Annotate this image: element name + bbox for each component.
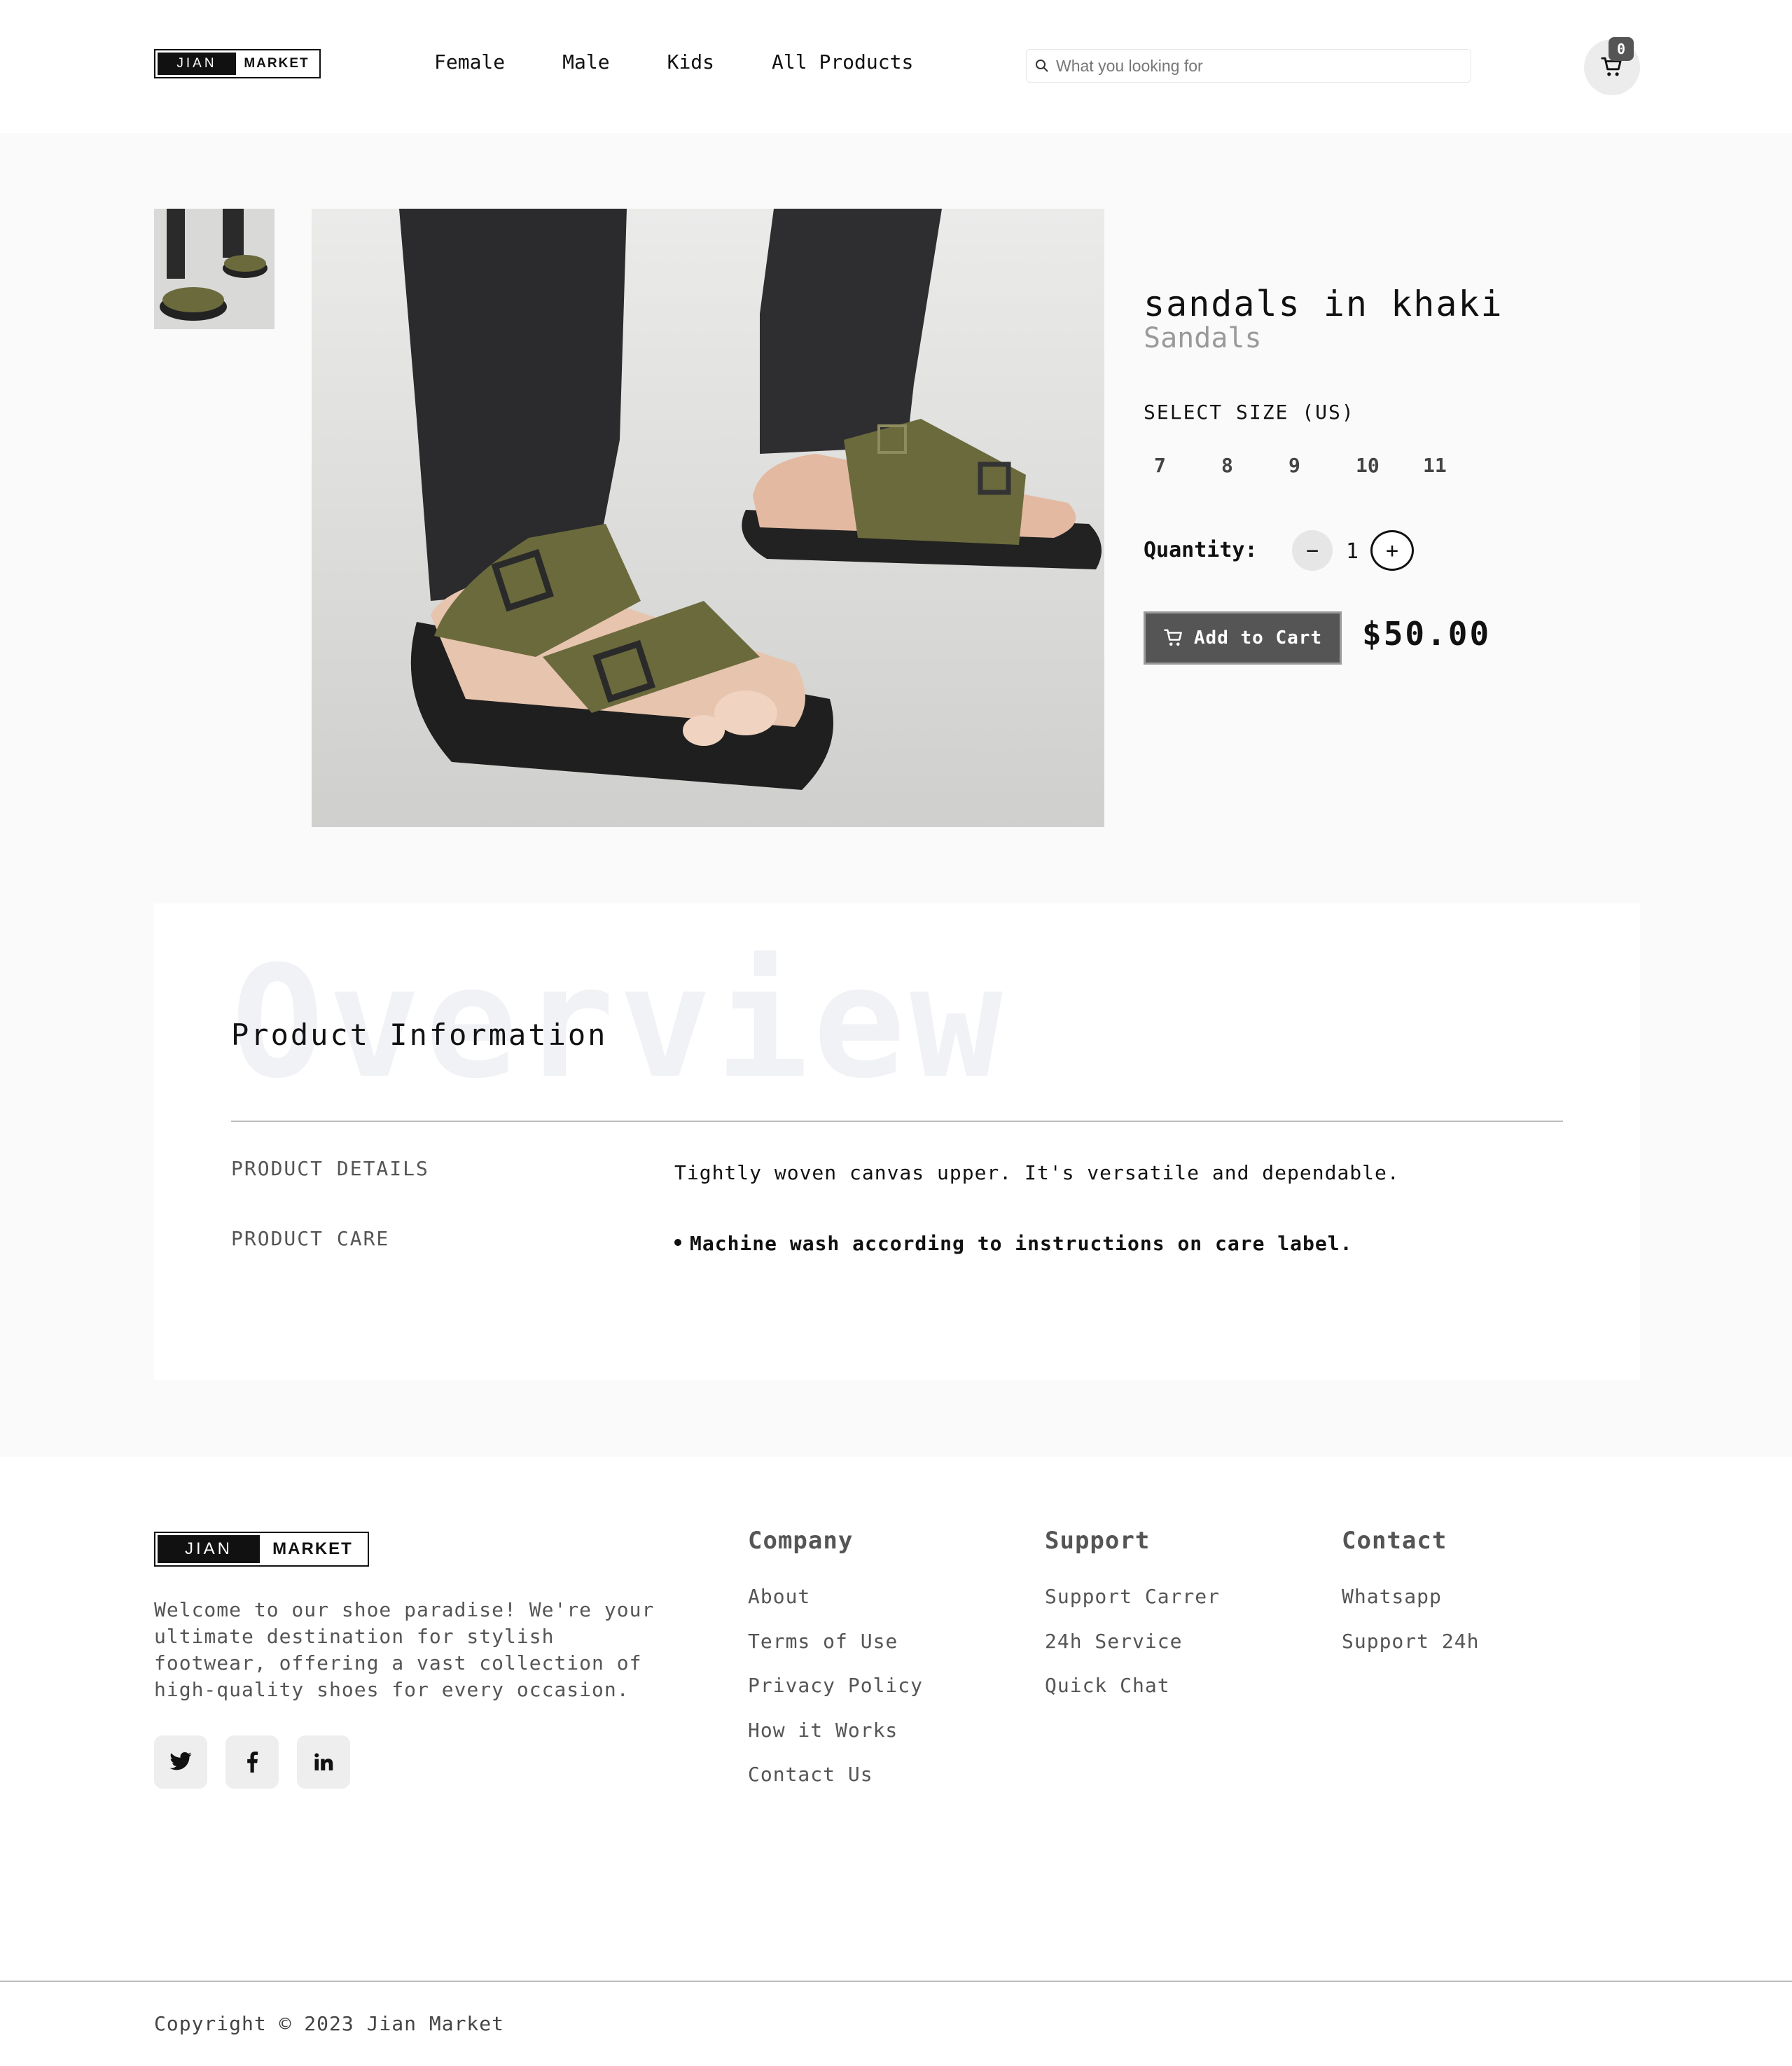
- cart-icon: [1164, 629, 1182, 646]
- footer-link-contact-us[interactable]: Contact Us: [748, 1763, 873, 1786]
- footer-about-text: Welcome to our shoe paradise! We're your…: [154, 1598, 655, 1701]
- twitter-icon: [169, 1752, 192, 1770]
- footer-link-24h-service[interactable]: 24h Service: [1045, 1630, 1182, 1653]
- add-to-cart-button[interactable]: Add to Cart: [1144, 611, 1342, 665]
- product-care-text: Machine wash according to instructions o…: [690, 1232, 1353, 1255]
- logo-left-text: JIAN: [158, 1535, 260, 1563]
- facebook-button[interactable]: [225, 1735, 279, 1789]
- footer-link-whatsapp[interactable]: Whatsapp: [1342, 1585, 1442, 1608]
- copyright-text: Copyright © 2023 Jian Market: [154, 2012, 505, 2035]
- product-page: sandals in khaki Sandals SELECT SIZE (US…: [0, 133, 1792, 1457]
- site-logo[interactable]: JIAN MARKET: [154, 49, 321, 78]
- quantity-label: Quantity:: [1144, 538, 1258, 562]
- footer-link-terms[interactable]: Terms of Use: [748, 1630, 898, 1653]
- cart-count-badge: 0: [1609, 37, 1634, 61]
- nav-kids[interactable]: Kids: [667, 50, 714, 74]
- add-to-cart-label: Add to Cart: [1193, 628, 1323, 649]
- size-label: SELECT SIZE (US): [1144, 401, 1355, 424]
- product-information-section: Overview Product Information PRODUCT DET…: [154, 903, 1640, 1380]
- logo-right-text: MARKET: [272, 1539, 353, 1558]
- divider: [231, 1121, 1563, 1122]
- linkedin-button[interactable]: [297, 1735, 350, 1789]
- search-icon: [1036, 60, 1048, 72]
- quantity-decrease-button[interactable]: −: [1292, 530, 1333, 571]
- footer-logo[interactable]: JIAN MARKET: [154, 1532, 369, 1567]
- product-thumbnail[interactable]: [154, 209, 275, 329]
- product-details-label: PRODUCT DETAILS: [231, 1157, 429, 1180]
- bullet-icon: [674, 1239, 681, 1246]
- quantity-value: 1: [1346, 539, 1359, 564]
- product-main-image: [312, 209, 1104, 827]
- size-option-9[interactable]: 9: [1289, 454, 1356, 477]
- product-care-label: PRODUCT CARE: [231, 1227, 390, 1250]
- footer-link-quick-chat[interactable]: Quick Chat: [1045, 1674, 1170, 1697]
- nav-female[interactable]: Female: [434, 50, 505, 74]
- facebook-icon: [247, 1752, 258, 1773]
- search-box: [1026, 49, 1471, 83]
- footer-support-title: Support: [1045, 1527, 1151, 1555]
- footer-link-support-carrer[interactable]: Support Carrer: [1045, 1585, 1220, 1608]
- footer-link-support-24h[interactable]: Support 24h: [1342, 1630, 1479, 1653]
- product-price: $50.00: [1362, 615, 1492, 653]
- quantity-increase-button[interactable]: +: [1370, 530, 1414, 571]
- linkedin-icon: [314, 1753, 333, 1770]
- product-care-item: Machine wash according to instructions o…: [674, 1232, 1352, 1255]
- logo-left-text: JIAN: [158, 53, 236, 75]
- product-category: Sandals: [1144, 322, 1262, 354]
- thumbnail-image: [154, 209, 275, 329]
- nav-all-products[interactable]: All Products: [772, 50, 913, 74]
- size-option-7[interactable]: 7: [1154, 454, 1221, 477]
- footer-link-privacy[interactable]: Privacy Policy: [748, 1674, 923, 1697]
- size-option-8[interactable]: 8: [1221, 454, 1289, 477]
- size-options: 7 8 9 10 11: [1154, 454, 1490, 477]
- main-nav: Female Male Kids All Products: [434, 50, 971, 74]
- nav-male[interactable]: Male: [562, 50, 609, 74]
- size-option-10[interactable]: 10: [1356, 454, 1423, 477]
- search-input[interactable]: [1056, 56, 1448, 76]
- sandal-photo: [312, 209, 1104, 827]
- logo-right-text: MARKET: [244, 56, 310, 71]
- twitter-button[interactable]: [154, 1735, 207, 1789]
- footer-divider: [0, 1981, 1792, 1982]
- product-information-title: Product Information: [231, 1018, 608, 1052]
- site-header: JIAN MARKET Female Male Kids All Product…: [0, 0, 1792, 133]
- footer-contact-title: Contact: [1342, 1527, 1447, 1555]
- site-footer: JIAN MARKET Welcome to our shoe paradise…: [0, 1457, 1792, 2066]
- product-details-text: Tightly woven canvas upper. It's versati…: [674, 1161, 1400, 1184]
- product-title: sandals in khaki: [1144, 284, 1503, 324]
- footer-link-about[interactable]: About: [748, 1585, 810, 1608]
- footer-link-how-it-works[interactable]: How it Works: [748, 1719, 898, 1742]
- size-option-11[interactable]: 11: [1423, 454, 1490, 477]
- footer-company-title: Company: [748, 1527, 854, 1555]
